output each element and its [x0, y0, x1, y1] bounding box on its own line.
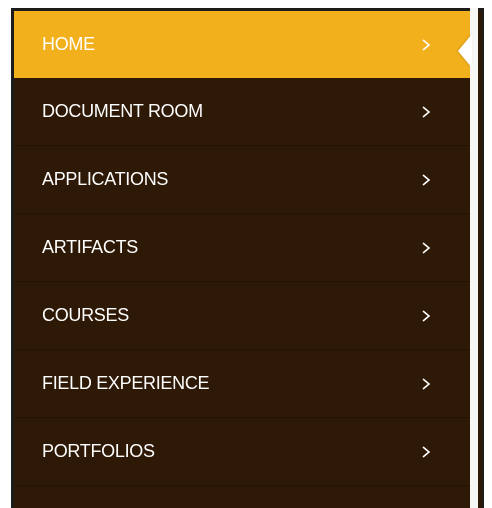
sidebar-item-applications[interactable]: APPLICATIONS — [14, 146, 470, 214]
sidebar-item-label: DOCUMENT ROOM — [42, 101, 203, 121]
chevron-right-icon — [420, 240, 432, 256]
sidebar-item-label: APPLICATIONS — [42, 169, 169, 189]
chevron-right-icon — [420, 376, 432, 392]
sidebar-item-label: ARTIFACTS — [42, 237, 138, 257]
sidebar-item-portfolios[interactable]: PORTFOLIOS — [14, 418, 470, 486]
sidebar-item-courses[interactable]: COURSES — [14, 282, 470, 350]
chevron-right-icon — [420, 172, 432, 188]
chevron-right-icon — [420, 104, 432, 120]
sidebar-item-label: FIELD EXPERIENCE — [42, 373, 210, 393]
sidebar-item-field-experience[interactable]: FIELD EXPERIENCE — [14, 350, 470, 418]
sidebar-item-label: PORTFOLIOS — [42, 441, 155, 461]
sidebar-item-label: COURSES — [42, 305, 129, 325]
sidebar-item-home[interactable]: HOME — [14, 11, 472, 78]
chevron-right-icon — [420, 308, 432, 324]
sidebar-item-document-room[interactable]: DOCUMENT ROOM — [14, 78, 470, 146]
sidebar-item-label: HOME — [42, 34, 95, 54]
sidebar-item-artifacts[interactable]: ARTIFACTS — [14, 214, 470, 282]
sidebar-nav: HOME DOCUMENT ROOM APPLICATIONS ARTIFACT… — [14, 11, 472, 486]
active-pointer-icon — [458, 34, 472, 68]
content-edge — [470, 8, 478, 508]
chevron-right-icon — [420, 37, 432, 53]
chevron-right-icon — [420, 444, 432, 460]
